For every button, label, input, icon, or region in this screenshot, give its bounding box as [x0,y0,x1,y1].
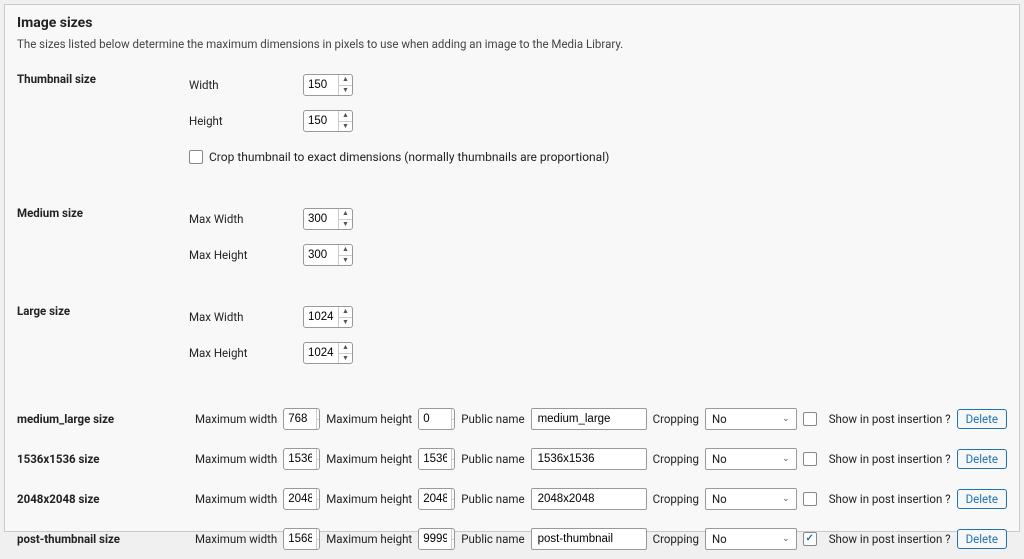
max-width-label: Max Width [189,212,303,226]
maximum-width-label: Maximum width [195,412,277,426]
custom-size-title: 1536x1536 size [17,452,189,466]
custom-width-input[interactable]: ▲▼ [283,488,320,510]
spinner-buttons[interactable]: ▲▼ [451,409,455,429]
public-name-label: Public name [461,532,524,546]
section-heading: Image sizes [17,15,1007,31]
spinner-buttons[interactable]: ▲▼ [316,529,320,549]
custom-size-row: post-thumbnail size Maximum width ▲▼ Maximu… [17,519,1007,559]
cropping-select[interactable]: No⌄ [705,448,797,470]
medium-height-input[interactable]: ▲▼ [303,244,353,266]
delete-button[interactable]: Delete [957,449,1007,469]
custom-height-input[interactable]: ▲▼ [418,488,455,510]
custom-size-row: medium_large size Maximum width ▲▼ Maximum … [17,399,1007,439]
spinner-buttons[interactable]: ▲▼ [316,449,320,469]
public-name-input[interactable] [531,448,647,470]
large-height-input[interactable]: ▲▼ [303,342,353,364]
thumbnail-height-input[interactable]: ▲▼ [303,110,353,132]
custom-size-title: 2048x2048 size [17,492,189,506]
public-name-input[interactable] [531,488,647,510]
width-label: Width [189,78,303,92]
thumbnail-title: Thumbnail size [17,69,189,86]
public-name-label: Public name [461,452,524,466]
show-in-post-label: Show in post insertion ? [829,492,951,506]
show-in-post-checkbox[interactable] [803,452,817,466]
delete-button[interactable]: Delete [957,409,1007,429]
custom-width-input[interactable]: ▲▼ [283,448,320,470]
spinner-buttons[interactable]: ▲▼ [451,449,455,469]
show-in-post-checkbox[interactable] [803,492,817,506]
custom-size-title: post-thumbnail size [17,532,189,546]
maximum-height-label: Maximum height [326,492,412,506]
spinner-buttons[interactable]: ▲▼ [338,209,352,229]
large-width-input[interactable]: ▲▼ [303,306,353,328]
section-description: The sizes listed below determine the max… [17,37,1007,51]
max-width-label: Max Width [189,310,303,324]
large-title: Large size [17,301,189,318]
image-sizes-panel: Image sizes The sizes listed below deter… [4,4,1020,532]
cropping-label: Cropping [653,492,699,506]
public-name-input[interactable] [531,408,647,430]
cropping-select[interactable]: No⌄ [705,488,797,510]
spinner-buttons[interactable]: ▲▼ [338,245,352,265]
delete-button[interactable]: Delete [957,529,1007,549]
cropping-select[interactable]: No⌄ [705,408,797,430]
spinner-buttons[interactable]: ▲▼ [338,343,352,363]
spinner-buttons[interactable]: ▲▼ [316,489,320,509]
show-in-post-checkbox[interactable] [803,412,817,426]
spinner-buttons[interactable]: ▲▼ [451,489,455,509]
medium-width-input[interactable]: ▲▼ [303,208,353,230]
public-name-label: Public name [461,492,524,506]
spinner-buttons[interactable]: ▲▼ [338,75,352,95]
spinner-buttons[interactable]: ▲▼ [338,307,352,327]
cropping-label: Cropping [653,412,699,426]
custom-size-row: 1536x1536 size Maximum width ▲▼ Maximum hei… [17,439,1007,479]
show-in-post-checkbox[interactable] [803,532,817,546]
thumbnail-width-input[interactable]: ▲▼ [303,74,353,96]
medium-block: Medium size Max Width ▲▼ Max Height ▲▼ [17,203,1007,271]
maximum-height-label: Maximum height [326,452,412,466]
medium-title: Medium size [17,203,189,220]
chevron-down-icon: ⌄ [782,454,790,464]
custom-width-input[interactable]: ▲▼ [283,408,320,430]
show-in-post-label: Show in post insertion ? [829,532,951,546]
custom-sizes-list: medium_large size Maximum width ▲▼ Maximum … [17,399,1007,559]
public-name-label: Public name [461,412,524,426]
show-in-post-label: Show in post insertion ? [829,412,951,426]
custom-height-input[interactable]: ▲▼ [418,408,455,430]
crop-thumbnail-label: Crop thumbnail to exact dimensions (norm… [209,150,609,164]
chevron-down-icon: ⌄ [782,494,790,504]
custom-height-input[interactable]: ▲▼ [418,528,455,550]
cropping-select[interactable]: No⌄ [705,528,797,550]
height-label: Height [189,114,303,128]
thumbnail-block: Thumbnail size Width ▲▼ Height ▲▼ Crop t… [17,69,1007,173]
custom-height-input[interactable]: ▲▼ [418,448,455,470]
custom-width-input[interactable]: ▲▼ [283,528,320,550]
spinner-buttons[interactable]: ▲▼ [316,409,320,429]
max-height-label: Max Height [189,346,303,360]
spinner-buttons[interactable]: ▲▼ [338,111,352,131]
show-in-post-label: Show in post insertion ? [829,452,951,466]
custom-size-row: 2048x2048 size Maximum width ▲▼ Maximum hei… [17,479,1007,519]
cropping-label: Cropping [653,452,699,466]
crop-thumbnail-checkbox[interactable] [189,150,203,164]
maximum-width-label: Maximum width [195,532,277,546]
public-name-input[interactable] [531,528,647,550]
max-height-label: Max Height [189,248,303,262]
maximum-height-label: Maximum height [326,532,412,546]
spinner-buttons[interactable]: ▲▼ [451,529,455,549]
maximum-width-label: Maximum width [195,452,277,466]
maximum-width-label: Maximum width [195,492,277,506]
custom-size-title: medium_large size [17,412,189,426]
large-block: Large size Max Width ▲▼ Max Height ▲▼ [17,301,1007,369]
delete-button[interactable]: Delete [957,489,1007,509]
maximum-height-label: Maximum height [326,412,412,426]
cropping-label: Cropping [653,532,699,546]
chevron-down-icon: ⌄ [782,414,790,424]
